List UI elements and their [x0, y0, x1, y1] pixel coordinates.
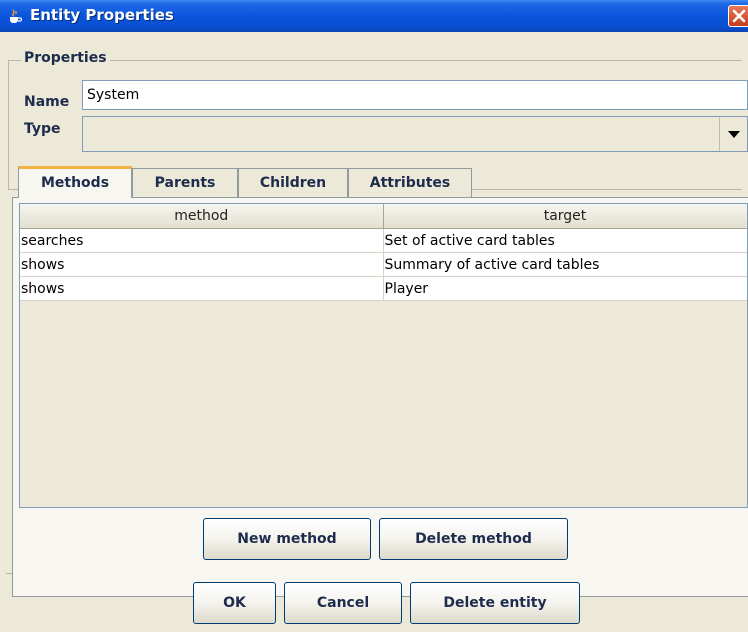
type-label: Type — [24, 121, 61, 137]
name-field[interactable] — [82, 80, 748, 110]
table-row[interactable]: shows Summary of active card tables — [20, 252, 747, 277]
column-header-target[interactable]: target — [383, 204, 747, 229]
target-cell[interactable]: Summary of active card tables — [383, 252, 747, 277]
tab-methods[interactable]: Methods — [18, 166, 132, 198]
delete-entity-button[interactable]: Delete entity — [410, 582, 580, 624]
java-cup-icon — [10, 9, 23, 23]
name-label: Name — [24, 94, 70, 110]
properties-group-label: Properties — [21, 50, 110, 66]
tab-children[interactable]: Children — [238, 168, 348, 198]
table-row[interactable]: searches Set of active card tables — [20, 228, 747, 253]
methods-table: method target searches Set of active car… — [20, 204, 747, 301]
new-method-button[interactable]: New method — [203, 518, 371, 560]
target-cell[interactable]: Set of active card tables — [383, 228, 747, 253]
title-bar[interactable]: Entity Properties — [0, 0, 748, 32]
window-title: Entity Properties — [30, 6, 174, 24]
column-header-method[interactable]: method — [20, 204, 384, 229]
close-x-icon — [732, 9, 746, 23]
cancel-button[interactable]: Cancel — [284, 582, 402, 624]
chevron-down-icon[interactable] — [719, 117, 747, 151]
ok-button[interactable]: OK — [193, 582, 276, 624]
delete-method-button[interactable]: Delete method — [379, 518, 568, 560]
method-cell[interactable]: shows — [20, 252, 384, 277]
type-dropdown[interactable] — [82, 116, 748, 152]
tab-attributes[interactable]: Attributes — [348, 168, 472, 198]
method-cell[interactable]: searches — [20, 228, 384, 253]
method-cell[interactable]: shows — [20, 276, 384, 301]
tab-parents[interactable]: Parents — [132, 168, 238, 198]
table-row[interactable]: shows Player — [20, 276, 747, 301]
close-button[interactable] — [728, 5, 748, 27]
target-cell[interactable]: Player — [383, 276, 747, 301]
methods-table-scrollpane[interactable]: method target searches Set of active car… — [19, 203, 748, 508]
